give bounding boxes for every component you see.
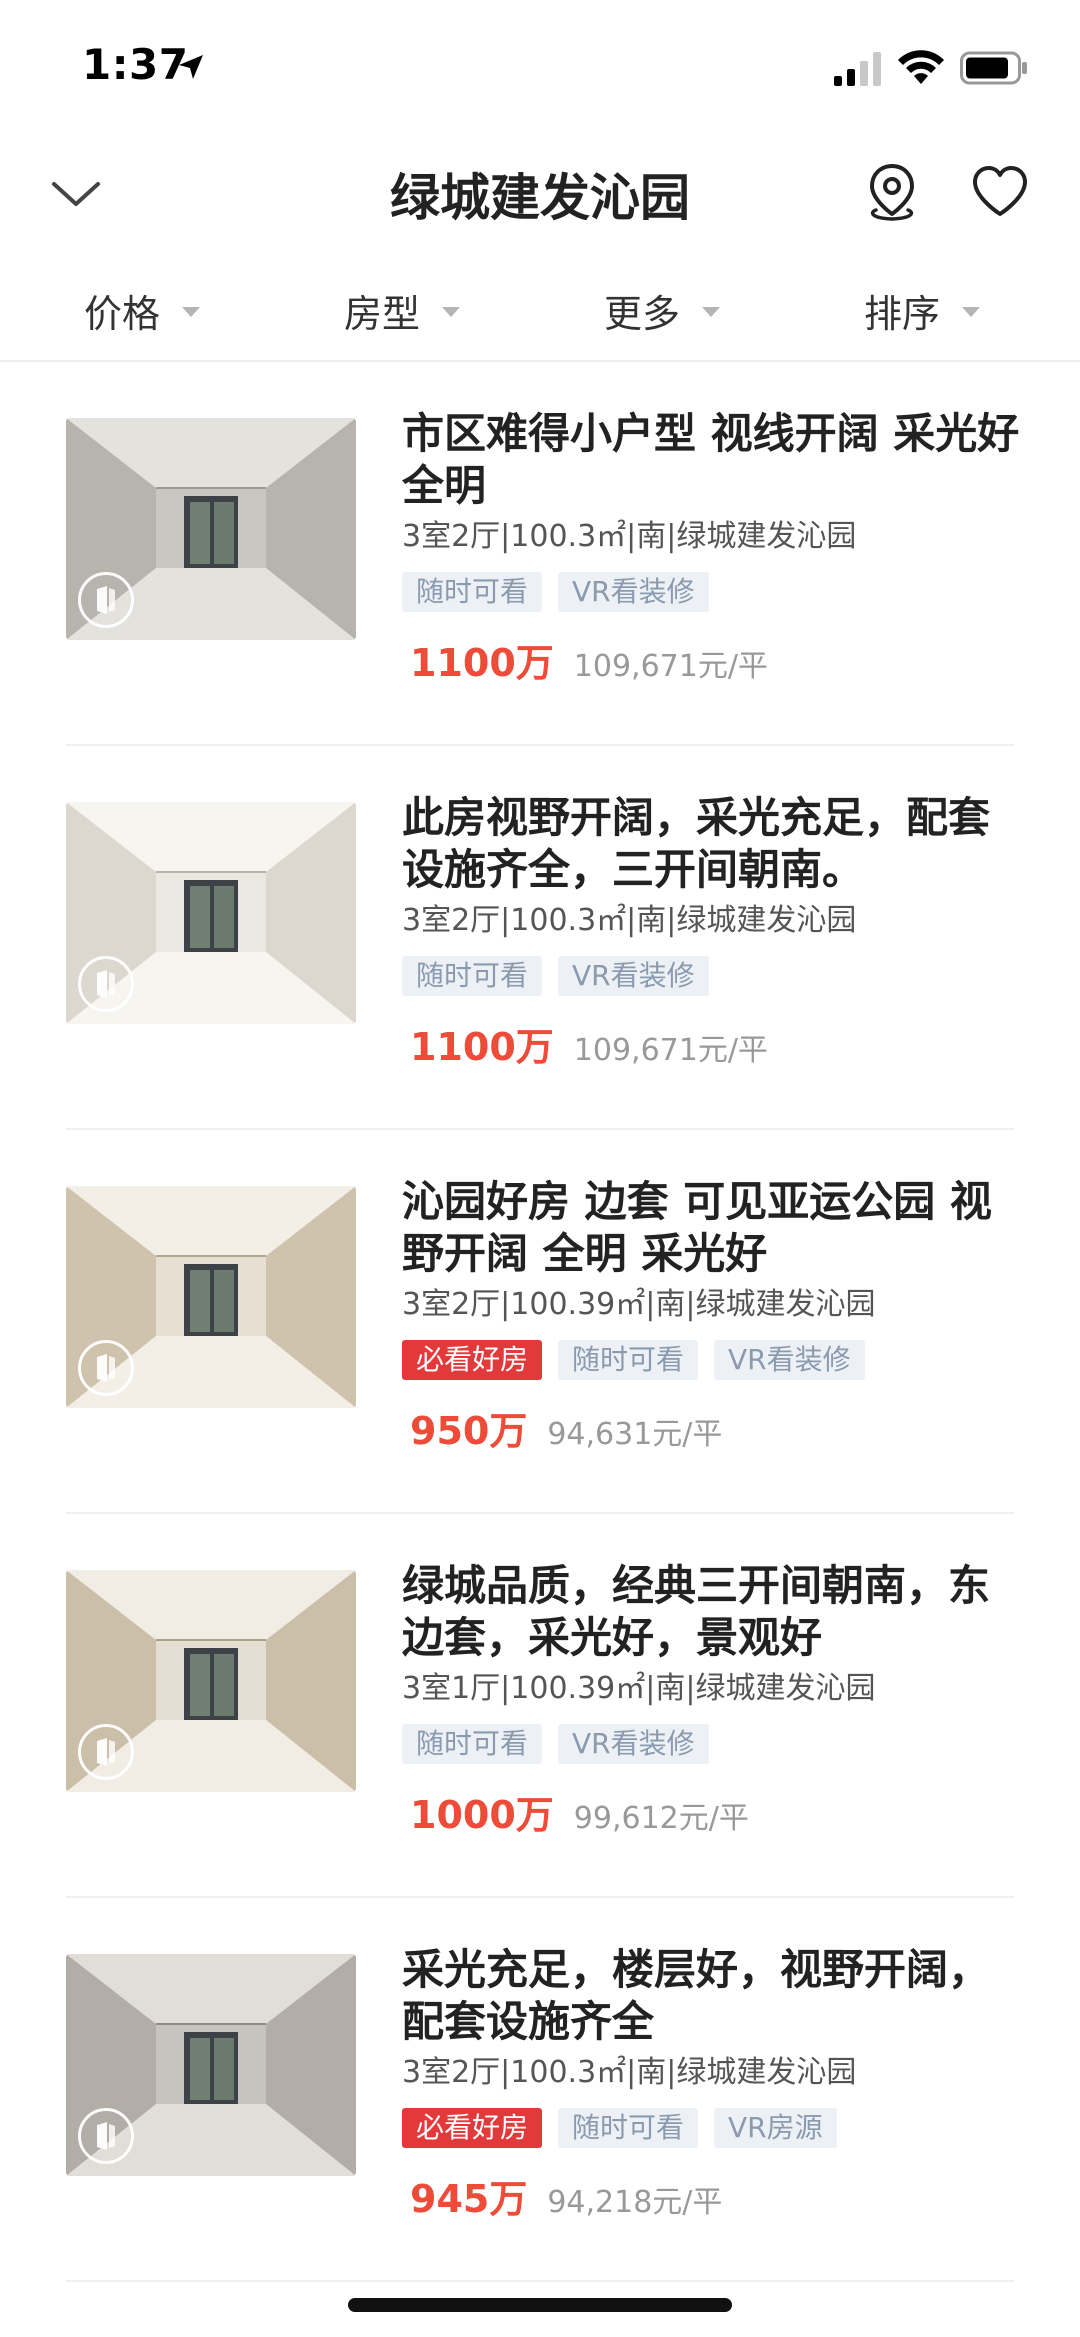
price-row: 945万 94,218元/平 — [410, 2168, 1022, 2223]
caret-down-icon — [702, 307, 720, 317]
nav-header: 绿城建发沁园 — [0, 140, 1080, 240]
vr-icon — [78, 1724, 134, 1780]
caret-down-icon — [442, 307, 460, 317]
feature-tag: 随时可看 — [402, 572, 543, 612]
vr-icon — [78, 572, 134, 628]
caret-down-icon — [962, 307, 980, 317]
wifi-icon — [898, 50, 944, 84]
feature-tag: 随时可看 — [402, 956, 543, 996]
filter-bar: 价格 房型 更多 排序 — [0, 270, 1080, 362]
listing-title: 绿城品质，经典三开间朝南，东边套，采光好，景观好 — [402, 1561, 991, 1662]
listing-photo[interactable] — [66, 1570, 356, 1792]
filter-sort[interactable]: 排序 — [792, 270, 1052, 350]
feature-tag: 随时可看 — [402, 1724, 543, 1764]
listing-title: 沁园好房 边套 可见亚运公园 视野开阔 全明 采光好 — [402, 1177, 992, 1278]
caret-down-icon — [182, 307, 200, 317]
listing-meta: 3室2厅|100.3㎡|南|绿城建发沁园 — [402, 519, 857, 554]
vr-icon — [78, 1340, 134, 1396]
total-price: 1100万 — [410, 641, 554, 685]
listing-info: 此房视野开阔，采光充足，配套设施齐全，三开间朝南。 3室2厅|100.3㎡|南|绿… — [402, 792, 1022, 1071]
heart-icon[interactable] — [970, 164, 1030, 220]
filter-price[interactable]: 价格 — [12, 270, 272, 350]
feature-tag: 随时可看 — [558, 2108, 699, 2148]
listing-meta: 3室2厅|100.3㎡|南|绿城建发沁园 — [402, 903, 857, 938]
hot-tag: 必看好房 — [402, 1340, 543, 1380]
unit-price: 99,612元/平 — [573, 1801, 749, 1836]
status-time: 1:37 — [82, 40, 189, 89]
status-bar: 1:37 — [0, 0, 1080, 130]
listing-meta: 3室2厅|100.3㎡|南|绿城建发沁园 — [402, 2055, 857, 2090]
filter-layout[interactable]: 房型 — [272, 270, 532, 350]
vr-icon — [78, 2108, 134, 2164]
vr-icon — [78, 956, 134, 1012]
price-row: 1000万 99,612元/平 — [410, 1784, 1022, 1839]
total-price: 1100万 — [410, 1025, 554, 1069]
location-arrow-icon — [179, 55, 203, 79]
listing-tags: 随时可看 VR看装修 — [402, 572, 1022, 612]
hot-tag: 必看好房 — [402, 2108, 543, 2148]
unit-price: 94,631元/平 — [547, 1417, 723, 1452]
feature-tag: VR房源 — [714, 2108, 837, 2148]
price-row: 950万 94,631元/平 — [410, 1400, 1022, 1455]
listing-info: 绿城品质，经典三开间朝南，东边套，采光好，景观好 3室1厅|100.39㎡|南|绿… — [402, 1560, 1022, 1839]
unit-price: 109,671元/平 — [573, 649, 768, 684]
listing-tags: 必看好房 随时可看 VR看装修 — [402, 1340, 1022, 1380]
feature-tag: 随时可看 — [558, 1340, 699, 1380]
price-row: 1100万 109,671元/平 — [410, 632, 1022, 687]
cellular-signal-icon — [834, 52, 881, 86]
map-pin-icon[interactable] — [864, 162, 920, 222]
filter-more[interactable]: 更多 — [532, 270, 792, 350]
listing-photo[interactable] — [66, 418, 356, 640]
listing-info: 市区难得小户型 视线开阔 采光好 全明 3室2厅|100.3㎡|南|绿城建发沁园随… — [402, 408, 1022, 687]
listing-title: 采光充足，楼层好，视野开阔，配套设施齐全 — [402, 1945, 991, 2046]
feature-tag: VR看装修 — [558, 956, 709, 996]
listing-meta: 3室1厅|100.39㎡|南|绿城建发沁园 — [402, 1671, 876, 1706]
listing-title: 市区难得小户型 视线开阔 采光好 全明 — [402, 409, 1020, 510]
listing-card[interactable]: 市区难得小户型 视线开阔 采光好 全明 3室2厅|100.3㎡|南|绿城建发沁园随… — [66, 362, 1019, 746]
unit-price: 109,671元/平 — [573, 1033, 768, 1068]
filter-label: 更多 — [603, 291, 680, 336]
listing-info: 采光充足，楼层好，视野开阔，配套设施齐全 3室2厅|100.3㎡|南|绿城建发沁园… — [402, 1944, 1022, 2223]
listing-tags: 必看好房 随时可看 VR房源 — [402, 2108, 1022, 2148]
filter-label: 房型 — [343, 291, 420, 336]
total-price: 950万 — [410, 1409, 528, 1453]
price-row: 1100万 109,671元/平 — [410, 1016, 1022, 1071]
listing-info: 沁园好房 边套 可见亚运公园 视野开阔 全明 采光好 3室2厅|100.39㎡|南… — [402, 1176, 1022, 1455]
unit-price: 94,218元/平 — [547, 2185, 723, 2220]
listing-card[interactable]: 采光充足，楼层好，视野开阔，配套设施齐全 3室2厅|100.3㎡|南|绿城建发沁园… — [66, 1898, 1014, 2282]
listing-tags: 随时可看 VR看装修 — [402, 1724, 1022, 1764]
filter-label: 价格 — [83, 291, 160, 336]
feature-tag: VR看装修 — [558, 1724, 709, 1764]
listing-card[interactable]: 此房视野开阔，采光充足，配套设施齐全，三开间朝南。 3室2厅|100.3㎡|南|绿… — [66, 746, 1014, 1130]
battery-icon — [960, 51, 1027, 85]
listing-card[interactable]: 沁园好房 边套 可见亚运公园 视野开阔 全明 采光好 3室2厅|100.39㎡|南… — [66, 1130, 1014, 1514]
listing-card[interactable]: 绿城品质，经典三开间朝南，东边套，采光好，景观好 3室1厅|100.39㎡|南|绿… — [66, 1514, 1014, 1898]
home-indicator[interactable] — [348, 2298, 732, 2312]
listing-title: 此房视野开阔，采光充足，配套设施齐全，三开间朝南。 — [402, 793, 991, 894]
feature-tag: VR看装修 — [714, 1340, 865, 1380]
total-price: 945万 — [410, 2177, 528, 2221]
total-price: 1000万 — [410, 1793, 554, 1837]
listing-tags: 随时可看 VR看装修 — [402, 956, 1022, 996]
listing-meta: 3室2厅|100.39㎡|南|绿城建发沁园 — [402, 1287, 876, 1322]
listing-photo[interactable] — [66, 1954, 356, 2176]
listing-photo[interactable] — [66, 802, 356, 1024]
feature-tag: VR看装修 — [558, 572, 709, 612]
filter-label: 排序 — [863, 291, 940, 336]
listing-photo[interactable] — [66, 1186, 356, 1408]
